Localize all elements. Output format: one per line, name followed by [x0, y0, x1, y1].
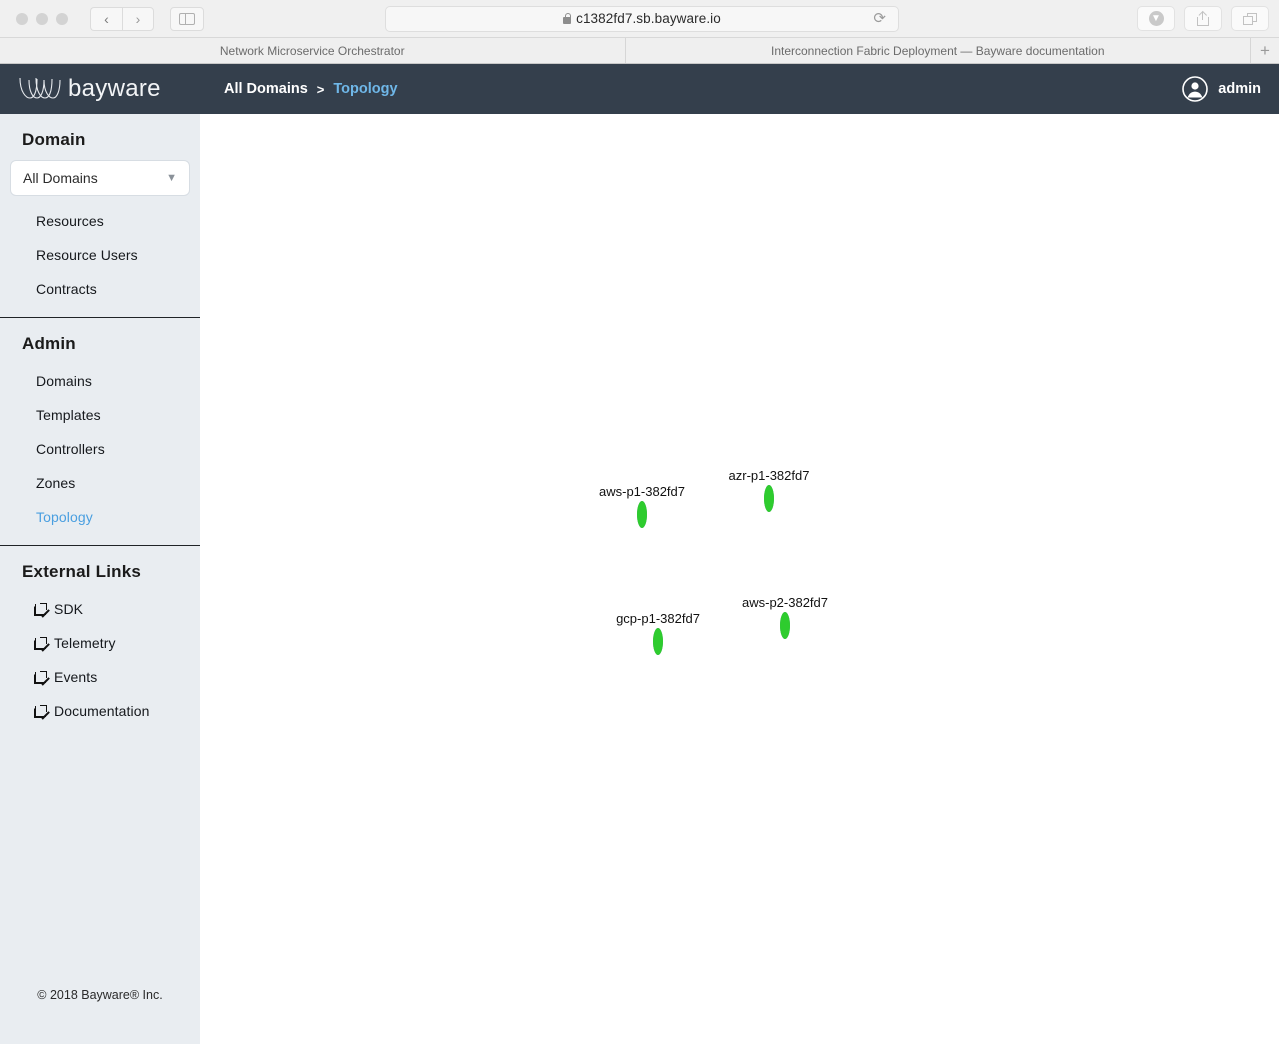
breadcrumb-root[interactable]: All Domains	[224, 81, 308, 97]
browser-tab-bar: Network Microservice Orchestrator Interc…	[0, 38, 1279, 64]
topology-node[interactable]: azr-p1-382fd7	[729, 468, 809, 512]
url-text: c1382fd7.sb.bayware.io	[576, 11, 721, 26]
domain-select[interactable]: All Domains ▼	[10, 160, 190, 196]
forward-button[interactable]: ›	[122, 6, 154, 31]
sidebar-item-resources[interactable]: Resources	[0, 204, 200, 238]
sidebar-item-zones[interactable]: Zones	[0, 466, 200, 500]
download-icon: ▼	[1148, 11, 1164, 26]
new-tab-button[interactable]: +	[1251, 38, 1279, 63]
back-button[interactable]: ‹	[90, 6, 122, 31]
sidebar-item-documentation-label: Documentation	[54, 703, 150, 719]
app-header: bayware All Domains > Topology admin	[0, 64, 1279, 114]
application: bayware All Domains > Topology admin Dom…	[0, 64, 1279, 1044]
chevron-right-icon: ›	[135, 10, 141, 27]
domain-select-value: All Domains	[23, 170, 98, 186]
browser-tab-2-title: Interconnection Fabric Deployment — Bayw…	[770, 43, 1105, 58]
tab-overview-icon	[1243, 12, 1257, 25]
browser-tab-1-title: Network Microservice Orchestrator	[219, 43, 405, 58]
topology-node-circle[interactable]	[780, 612, 790, 639]
brand-logo[interactable]: bayware	[18, 75, 198, 103]
bayware-wave-logo	[19, 77, 61, 99]
sidebar-item-documentation[interactable]: Documentation	[0, 694, 200, 728]
sidebar-item-events-label: Events	[54, 669, 98, 685]
sidebar-section-admin-title: Admin	[22, 334, 76, 353]
share-button[interactable]	[1184, 6, 1222, 31]
external-link-icon	[34, 670, 47, 684]
breadcrumb-separator: >	[316, 81, 325, 97]
reload-icon[interactable]: ⟳	[873, 11, 886, 26]
lock-icon	[563, 13, 572, 24]
sidebar-item-sdk-label: SDK	[54, 601, 84, 617]
topology-node-label: azr-p1-382fd7	[728, 468, 810, 483]
sidebar-item-telemetry-label: Telemetry	[54, 635, 116, 651]
breadcrumb: All Domains > Topology	[224, 81, 398, 97]
topology-node[interactable]: aws-p2-382fd7	[742, 595, 828, 639]
sidebar-item-resource-users[interactable]: Resource Users	[0, 238, 200, 272]
app-body: Domain All Domains ▼ Resources Resource …	[0, 114, 1279, 1044]
user-avatar-icon	[1182, 76, 1209, 102]
sidebar-item-controllers[interactable]: Controllers	[0, 432, 200, 466]
user-name: admin	[1218, 81, 1261, 97]
brand-logo-text: bayware	[68, 75, 161, 102]
window-traffic-lights[interactable]	[16, 12, 68, 25]
plus-icon: +	[1260, 40, 1270, 60]
chevron-left-icon: ‹	[104, 10, 109, 27]
navigation-buttons: ‹ ›	[90, 6, 154, 31]
breadcrumb-current: Topology	[333, 81, 398, 97]
sidebar-item-contracts[interactable]: Contracts	[0, 272, 200, 306]
external-link-icon	[34, 602, 47, 616]
topology-node[interactable]: gcp-p1-382fd7	[616, 611, 700, 655]
topology-node-label: aws-p1-382fd7	[599, 484, 685, 499]
sidebar-item-domains[interactable]: Domains	[0, 364, 200, 398]
chevron-down-icon: ▼	[166, 172, 177, 184]
sidebar-item-topology[interactable]: Topology	[0, 500, 200, 534]
user-menu[interactable]: admin	[1182, 76, 1261, 102]
browser-sidebar-toggle-button[interactable]	[170, 6, 204, 31]
topology-node-label: aws-p2-382fd7	[742, 595, 828, 610]
share-icon	[1197, 11, 1209, 26]
download-button[interactable]: ▼	[1137, 6, 1175, 31]
sidebar-item-telemetry[interactable]: Telemetry	[0, 626, 200, 660]
sidebar-item-sdk[interactable]: SDK	[0, 592, 200, 626]
sidebar-item-events[interactable]: Events	[0, 660, 200, 694]
browser-tab-2[interactable]: Interconnection Fabric Deployment — Bayw…	[625, 38, 1251, 63]
external-link-icon	[34, 636, 47, 650]
sidebar-item-templates[interactable]: Templates	[0, 398, 200, 432]
minimize-window-button[interactable]	[36, 12, 48, 25]
topology-node-circle[interactable]	[653, 628, 663, 655]
topology-canvas[interactable]: aws-p1-382fd7 azr-p1-382fd7 gcp-p1-382fd…	[200, 114, 1279, 1044]
topology-node-circle[interactable]	[764, 485, 774, 512]
sidebar-toggle-icon	[179, 12, 195, 25]
sidebar-footer-copyright: © 2018 Bayware® Inc.	[37, 988, 163, 1002]
sidebar: Domain All Domains ▼ Resources Resource …	[0, 114, 200, 1044]
maximize-window-button[interactable]	[56, 12, 68, 25]
topology-node-label: gcp-p1-382fd7	[616, 611, 700, 626]
browser-right-buttons: ▼	[1137, 6, 1269, 31]
tab-overview-button[interactable]	[1231, 6, 1269, 31]
sidebar-section-external-links-title: External Links	[22, 562, 142, 581]
sidebar-section-domain-title: Domain	[22, 130, 86, 149]
url-text-wrapper: c1382fd7.sb.bayware.io	[563, 11, 721, 26]
external-link-icon	[34, 704, 47, 718]
topology-node-circle[interactable]	[637, 501, 647, 528]
address-bar[interactable]: c1382fd7.sb.bayware.io ⟳	[385, 5, 899, 32]
browser-chrome: ‹ › c1382fd7.sb.bayware.io ⟳ ▼	[0, 0, 1279, 38]
browser-tab-1[interactable]: Network Microservice Orchestrator	[0, 38, 626, 63]
topology-node[interactable]: aws-p1-382fd7	[599, 484, 685, 528]
close-window-button[interactable]	[16, 12, 28, 25]
